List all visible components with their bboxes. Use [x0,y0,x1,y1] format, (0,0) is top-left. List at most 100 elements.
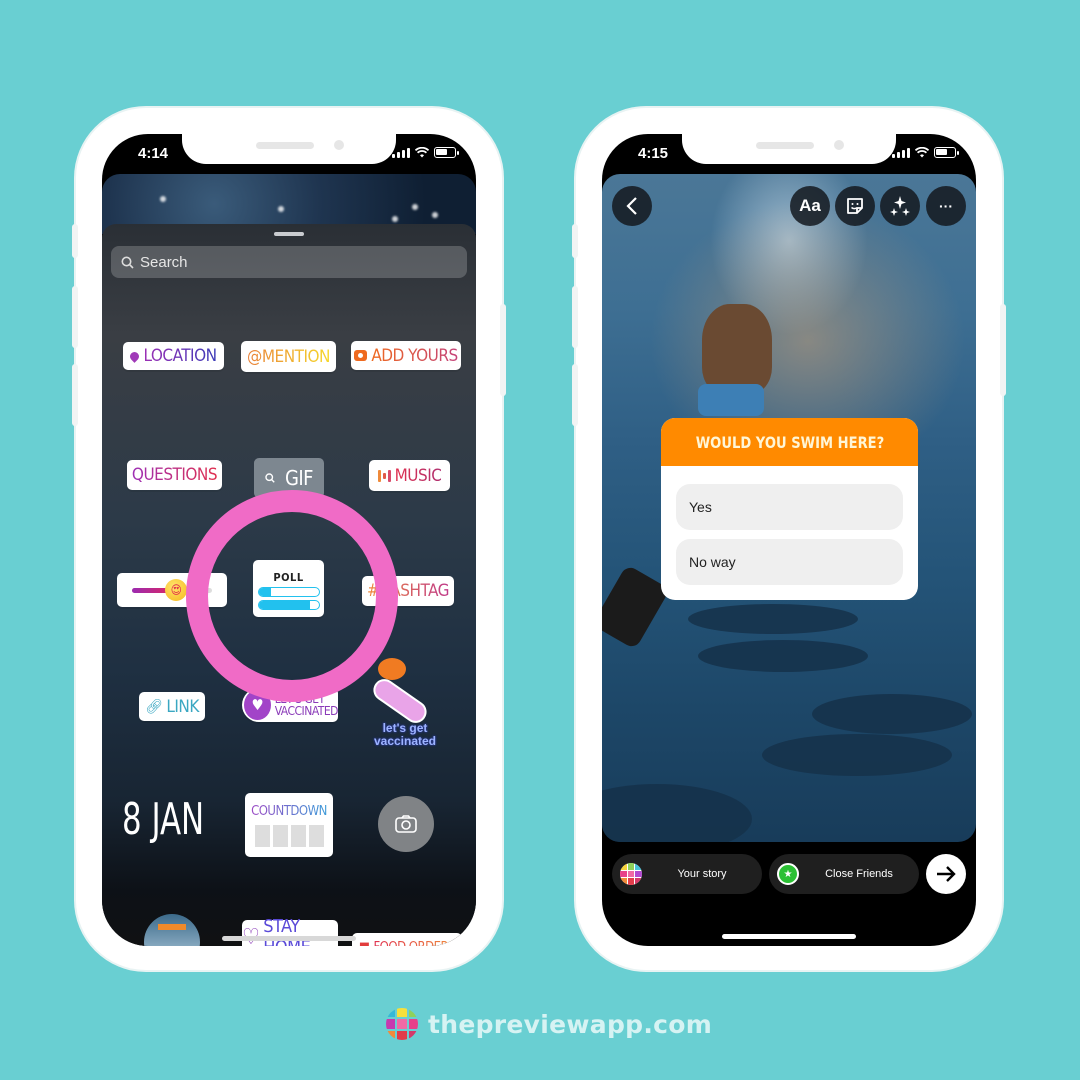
countdown-digits [254,824,324,847]
stay-home-label: STAY HOME [263,916,311,946]
countdown-label: COUNTDOWN [251,803,327,819]
delivery-truck-icon: ■ [359,940,370,947]
notch [682,134,896,164]
sparkles-icon [890,196,910,216]
add-yours-template-thumbnail[interactable] [144,914,200,946]
link-sticker[interactable]: 🔗︎ LINK [139,692,205,721]
add-yours-label: ADD YOURS [371,345,458,366]
camera-icon [354,350,368,361]
brand-footer: thepreviewapp.com [386,1008,712,1040]
poll-option-yes[interactable]: Yes [676,484,903,530]
vaccinated-line2: VACCINATED [274,704,339,718]
gif-label: GIF [284,466,314,490]
search-icon [121,256,134,269]
music-bars-icon [377,469,391,482]
close-friends-label: Close Friends [825,868,893,880]
close-friends-button[interactable]: ★ Close Friends [769,854,919,894]
dolphin [698,640,868,672]
sticker-icon [847,198,863,214]
volume-down-button [72,364,78,426]
sticker-tray-screen: 4:14 Search LOCATION @MENTION ADD YOURS … [102,134,476,946]
flower-icon [378,658,406,680]
bandage-icon [369,674,431,728]
countdown-sticker[interactable]: COUNTDOWN [245,793,333,857]
status-time: 4:14 [138,145,169,162]
add-yours-sticker[interactable]: ADD YOURS [351,341,461,370]
brand-logo-icon [386,1008,418,1040]
power-button [1000,304,1006,396]
swimmer-shorts [698,384,764,416]
status-time: 4:15 [638,145,669,162]
signal-icon [892,147,910,158]
text-tool-label: Aa [799,196,821,215]
volume-up-button [72,286,78,348]
volume-down-button [572,364,578,426]
sticker-tool-button[interactable] [835,186,875,226]
your-story-label: Your story [677,868,727,880]
your-story-avatar [620,863,642,885]
highlight-circle [186,490,398,702]
vaccinated-art-line2: vaccinated [373,734,437,748]
your-story-button[interactable]: Your story [612,854,762,894]
effects-button[interactable] [880,186,920,226]
signal-icon [392,147,410,158]
mention-sticker[interactable]: @MENTION [241,341,336,372]
date-sticker[interactable]: 8 JAN [122,794,204,845]
location-sticker[interactable]: LOCATION [123,342,224,370]
status-icons [892,147,959,158]
wifi-icon [415,147,429,158]
search-placeholder: Search [140,253,188,271]
phone-right: 4:15 Aa ··· WOULD YOU SWIM HERE? Yes No … [572,108,1006,970]
dolphin [812,694,972,734]
brand-url: thepreviewapp.com [428,1009,713,1039]
search-icon [265,473,275,483]
phone-left: 4:14 Search LOCATION @MENTION ADD YOURS … [72,108,506,970]
battery-icon [434,147,459,158]
share-next-button[interactable] [926,854,966,894]
mention-label: @MENTION [247,346,330,367]
poll-sticker[interactable]: WOULD YOU SWIM HERE? Yes No way [661,418,918,600]
drag-handle[interactable] [274,232,304,236]
back-icon [626,197,637,215]
food-orders-label: FOOD ORDERS [373,940,455,947]
back-button[interactable] [612,186,652,226]
home-indicator [222,936,356,941]
dolphin [602,784,752,842]
power-button [500,304,506,396]
location-pin-icon [128,349,142,363]
home-indicator [722,934,856,939]
story-editor-screen: 4:15 Aa ··· WOULD YOU SWIM HERE? Yes No … [602,134,976,946]
arrow-right-icon [937,866,956,882]
more-options-button[interactable]: ··· [926,186,966,226]
vaccinated-art-sticker[interactable]: let's get vaccinated [360,656,450,754]
close-friends-star-icon: ★ [777,863,799,885]
poll-question[interactable]: WOULD YOU SWIM HERE? [661,418,918,466]
link-icon: 🔗︎ [145,698,163,715]
poll-question-text: WOULD YOU SWIM HERE? [695,432,884,452]
location-label: LOCATION [143,346,217,366]
notch [182,134,396,164]
camera-sticker-button[interactable] [378,796,434,852]
swim-fin [602,564,671,650]
dolphin [762,734,952,776]
music-sticker[interactable]: MUSIC [369,460,450,491]
poll-option-no-way[interactable]: No way [676,539,903,585]
battery-icon [934,147,959,158]
questions-sticker[interactable]: QUESTIONS [127,460,222,490]
search-input[interactable]: Search [111,246,467,278]
link-label: LINK [166,696,199,717]
swimmer [702,304,772,394]
heart-eyes-emoji: 😍 [165,578,187,601]
more-icon: ··· [939,198,953,214]
wifi-icon [915,147,929,158]
music-label: MUSIC [394,465,442,486]
volume-up-button [572,286,578,348]
silent-switch [572,224,578,258]
questions-label: QUESTIONS [131,465,218,485]
status-icons [392,147,459,158]
food-orders-sticker[interactable]: ■ FOOD ORDERS [352,933,462,946]
dolphin [688,604,858,634]
stay-home-sticker[interactable]: ♡ STAY HOME [242,916,338,946]
silent-switch [72,224,78,258]
text-tool-button[interactable]: Aa [790,186,830,226]
